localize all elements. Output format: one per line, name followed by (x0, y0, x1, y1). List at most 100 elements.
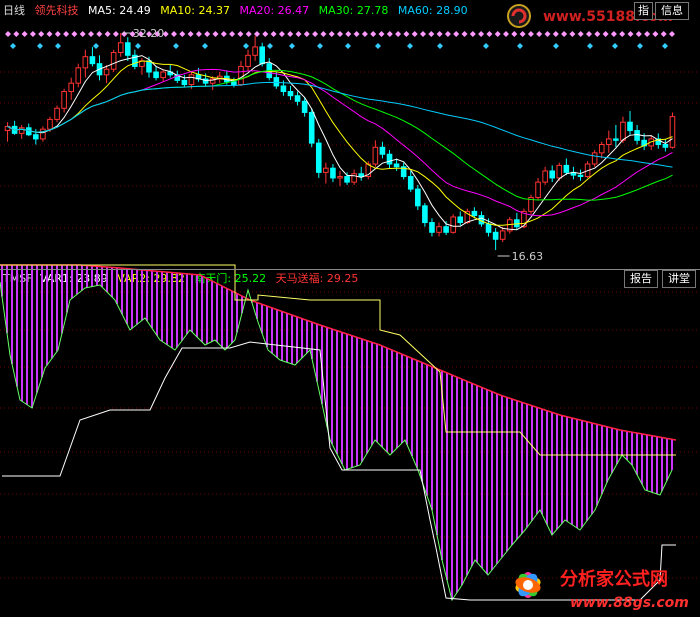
signal-diamond (536, 31, 543, 37)
candle-body (606, 138, 612, 145)
signal-diamond (478, 31, 485, 37)
signal-diamond (29, 31, 36, 37)
candle-body (287, 91, 294, 97)
candle-body (110, 52, 117, 70)
signal-diamond (245, 31, 252, 37)
signal-diamond (469, 31, 476, 37)
signal-diamond (386, 31, 393, 37)
candle-body (577, 174, 584, 178)
candle-body (422, 205, 428, 224)
signal-diamond (437, 43, 443, 49)
signal-diamond (5, 31, 11, 37)
candle-body (372, 146, 379, 165)
signal-diamond (602, 31, 609, 37)
signal-diamond (243, 43, 249, 49)
signal-diamond (289, 43, 295, 49)
candle-body (415, 188, 421, 207)
signal-diamond (527, 31, 534, 37)
signal-diamond (395, 31, 402, 37)
candle-body (549, 170, 556, 179)
candle-body (323, 167, 329, 173)
signal-diamond (71, 31, 78, 37)
histogram-bars (1, 265, 673, 600)
signal-diamond (483, 43, 489, 49)
signal-diamond (444, 31, 451, 37)
signal-diamond (270, 31, 277, 37)
signal-diamond (38, 31, 45, 37)
candle-body (273, 77, 280, 87)
candle-body (75, 67, 82, 84)
moving-average-lines (7, 55, 673, 231)
candle-body (124, 42, 131, 56)
signal-diamond (121, 31, 128, 37)
signal-diamond (345, 43, 351, 49)
signal-diamond (229, 31, 236, 37)
candle-body (436, 226, 442, 233)
signal-diamond (411, 31, 418, 37)
signal-diamond (187, 31, 194, 37)
candle-body (499, 230, 506, 240)
candle-body (40, 128, 46, 140)
signal-diamond (420, 31, 426, 37)
candle-body (18, 127, 25, 134)
signal-diamond (54, 31, 61, 37)
signal-diamond (511, 31, 518, 37)
signal-diamond (79, 31, 86, 37)
candle-body (280, 85, 287, 93)
candle-body (443, 226, 449, 233)
candle-body (188, 74, 195, 86)
signal-diamond (63, 31, 70, 37)
candle-body (407, 176, 414, 190)
ma60-line (7, 81, 673, 168)
signal-diamond (353, 31, 360, 37)
signal-diamond (627, 31, 634, 37)
signal-diamond (37, 43, 43, 49)
signal-diamond (503, 31, 509, 37)
signal-diamond (552, 31, 559, 37)
signal-diamond (104, 31, 111, 37)
candle-body (252, 46, 258, 56)
signal-diamond (295, 31, 302, 37)
candle-body (82, 56, 89, 69)
signal-diamond (179, 31, 186, 37)
candle-body (457, 216, 464, 224)
signal-diamond (577, 31, 584, 37)
candle-body (315, 142, 322, 173)
candle-body (358, 173, 365, 178)
candle-body (54, 107, 60, 120)
signal-diamond (569, 31, 576, 37)
candle-body (160, 71, 166, 79)
signal-diamond (195, 31, 202, 37)
candle-body (471, 210, 478, 217)
signal-diamond (660, 31, 667, 37)
candle-body (89, 56, 96, 65)
signal-diamond (461, 31, 468, 37)
candle-body (379, 146, 386, 155)
signal-diamond (517, 43, 523, 49)
candle-body (393, 163, 400, 168)
candle-body (669, 116, 676, 148)
watermark-url: www.88gs.com (570, 595, 689, 611)
signal-diamond (13, 31, 20, 37)
watermark-bottom: 分析家公式网 www.88gs.com (515, 568, 689, 611)
candle-body (47, 118, 53, 130)
watermark-title: 分析家公式网 (560, 568, 668, 590)
candle-body (344, 176, 350, 183)
signal-diamond (55, 43, 61, 49)
signal-diamond (10, 43, 16, 49)
grid-lines (0, 71, 700, 579)
signal-diamond (428, 31, 435, 37)
signal-diamond (370, 31, 377, 37)
candle-body (337, 176, 343, 179)
signal-diamond (171, 31, 177, 37)
signal-diamond (361, 31, 368, 37)
candle-body (238, 65, 244, 86)
signal-diamond (21, 31, 28, 37)
signal-diamond (403, 31, 410, 37)
candle-body (450, 216, 456, 233)
candle-body (231, 81, 237, 86)
candle-body (181, 79, 188, 86)
candle-body (61, 91, 67, 109)
candle-body (259, 46, 265, 65)
signal-diamond (173, 43, 179, 49)
